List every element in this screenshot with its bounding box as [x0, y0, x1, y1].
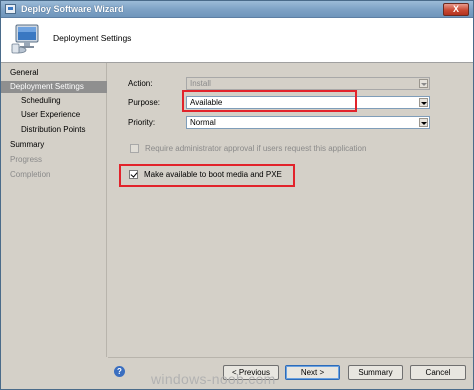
chevron-down-icon[interactable]: [419, 98, 428, 107]
boot-media-highlight-box: [119, 164, 295, 187]
title-bar[interactable]: Deploy Software Wizard X: [1, 1, 473, 18]
cancel-button[interactable]: Cancel: [410, 365, 466, 380]
window-title: Deploy Software Wizard: [21, 4, 124, 14]
nav-item-completion: Completion: [10, 170, 51, 179]
nav-item-user-experience[interactable]: User Experience: [1, 109, 107, 121]
require-approval-checkbox: [130, 144, 139, 153]
settings-panel: Action: Install Purpose: Available Prior…: [108, 63, 473, 357]
next-button[interactable]: Next >: [285, 365, 340, 380]
nav-item-progress: Progress: [10, 155, 43, 164]
computer-monitor-icon: [11, 24, 39, 54]
page-heading: Deployment Settings: [53, 33, 132, 43]
close-button[interactable]: X: [443, 3, 469, 16]
chevron-down-icon: [419, 79, 428, 88]
nav-item-deployment-settings[interactable]: Deployment Settings: [1, 81, 107, 93]
wizard-window: Deploy Software Wizard X Deployment Sett…: [0, 0, 474, 390]
wizard-header: Deployment Settings: [1, 18, 473, 63]
watermark: windows-noob.com: [151, 371, 276, 387]
purpose-highlight-box: [182, 90, 357, 112]
nav-item-summary[interactable]: Summary: [1, 139, 107, 151]
priority-value: Normal: [190, 118, 216, 127]
nav-item-general[interactable]: General: [1, 67, 107, 79]
action-value: Install: [190, 79, 211, 88]
app-icon: [5, 4, 16, 14]
nav-item-distribution-points[interactable]: Distribution Points: [1, 124, 107, 136]
require-approval-label: Require administrator approval if users …: [145, 144, 367, 153]
help-icon[interactable]: ?: [114, 366, 125, 377]
purpose-label: Purpose:: [128, 98, 161, 107]
chevron-down-icon[interactable]: [419, 118, 428, 127]
action-dropdown: Install: [186, 77, 430, 90]
priority-dropdown[interactable]: Normal: [186, 116, 430, 129]
priority-label: Priority:: [128, 118, 156, 127]
summary-button[interactable]: Summary: [348, 365, 403, 380]
wizard-sidebar: General Deployment Settings Scheduling U…: [1, 63, 107, 357]
nav-item-scheduling[interactable]: Scheduling: [1, 95, 107, 107]
action-label: Action:: [128, 79, 153, 88]
